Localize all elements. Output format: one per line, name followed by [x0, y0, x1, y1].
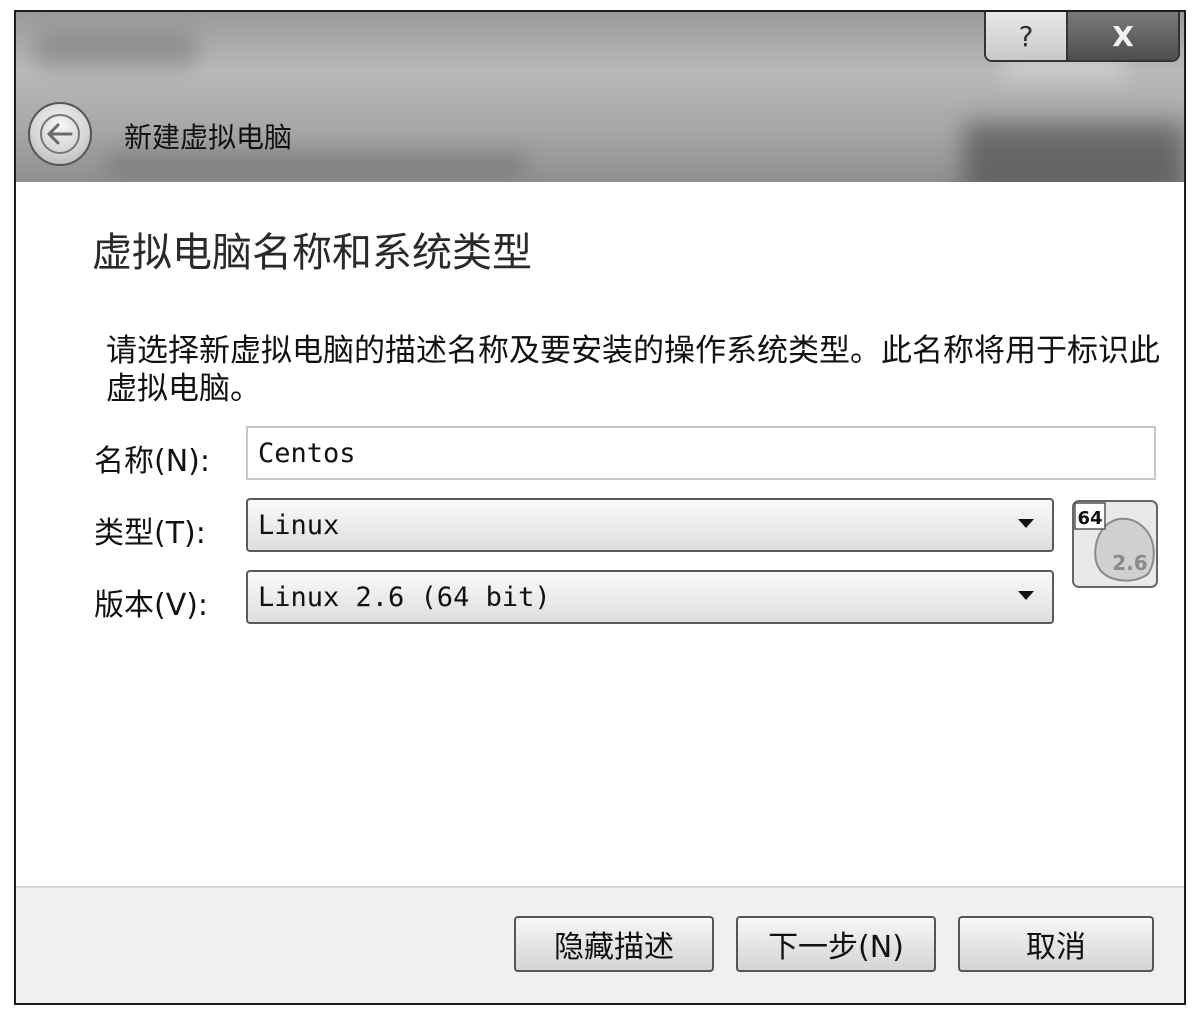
name-input[interactable]: Centos [246, 426, 1156, 480]
next-button[interactable]: 下一步(N) [736, 916, 936, 972]
type-select-value: Linux [258, 509, 340, 541]
dropdown-arrow-icon [1018, 519, 1034, 528]
background-blur [36, 32, 196, 68]
os-badge-64: 64 [1077, 508, 1102, 529]
button-bar: 隐藏描述 下一步(N) 取消 [16, 886, 1184, 1003]
help-button[interactable]: ? [986, 12, 1068, 60]
page-description: 请选择新虚拟电脑的描述名称及要安装的操作系统类型。此名称将用于标识此虚拟电脑。 [106, 333, 1160, 407]
os-version-text: 2.6 [1112, 551, 1147, 575]
back-arrow-icon [40, 114, 80, 154]
cancel-button[interactable]: 取消 [958, 916, 1154, 972]
version-label: 版本(V): [94, 588, 209, 623]
hide-description-button[interactable]: 隐藏描述 [514, 916, 714, 972]
name-label: 名称(N): [94, 444, 210, 479]
page-heading: 虚拟电脑名称和系统类型 [92, 230, 532, 276]
window-title: 新建虚拟电脑 [124, 121, 293, 154]
title-bar: ? X 新建虚拟电脑 [16, 12, 1184, 192]
os-type-icon: 64 2.6 [1072, 500, 1158, 588]
close-icon: X [1112, 19, 1134, 53]
new-vm-dialog: ? X 新建虚拟电脑 虚拟电脑名称和系统类型 请选择新虚拟电脑的描述名称及要安装… [14, 10, 1186, 1005]
back-button[interactable] [28, 102, 92, 166]
version-select[interactable]: Linux 2.6 (64 bit) [246, 570, 1054, 624]
caption-buttons: ? X [984, 12, 1180, 62]
wizard-page: 虚拟电脑名称和系统类型 请选择新虚拟电脑的描述名称及要安装的操作系统类型。此名称… [16, 182, 1184, 888]
version-select-value: Linux 2.6 (64 bit) [258, 581, 551, 613]
type-select[interactable]: Linux [246, 498, 1054, 552]
dropdown-arrow-icon [1018, 591, 1034, 600]
help-icon: ? [1018, 19, 1034, 53]
close-button[interactable]: X [1068, 12, 1178, 60]
type-label: 类型(T): [94, 516, 206, 551]
